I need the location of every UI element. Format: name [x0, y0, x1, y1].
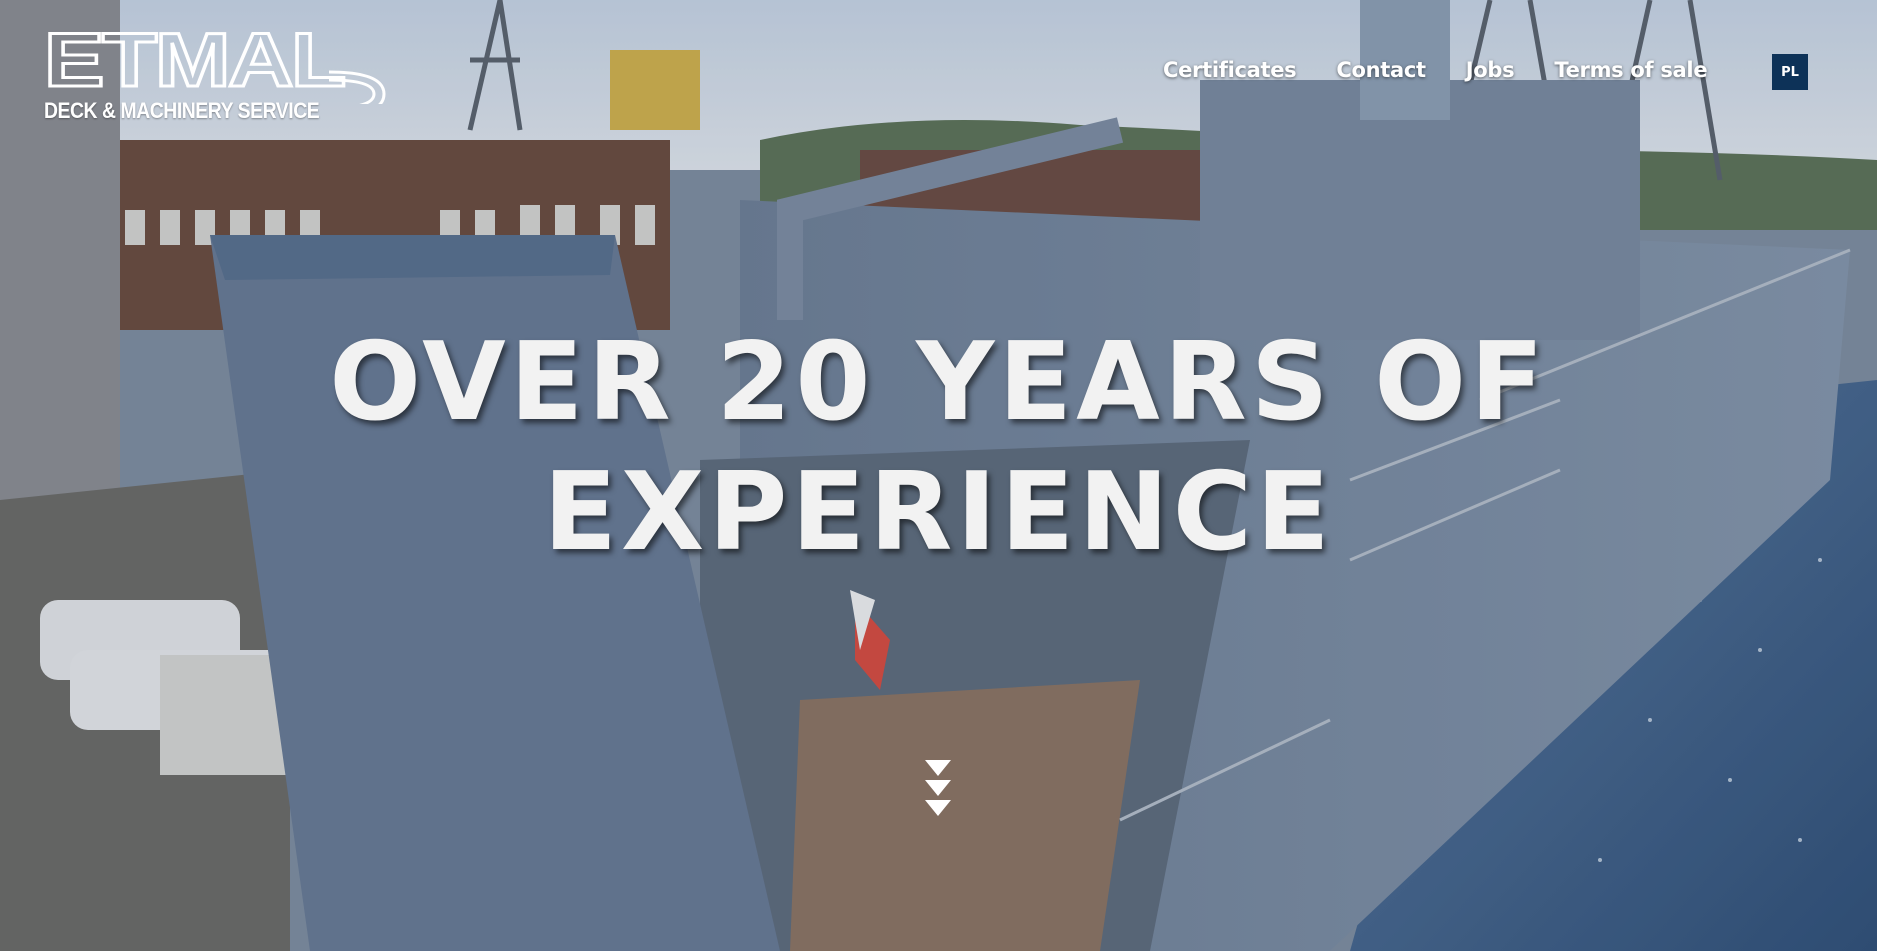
nav-item-contact[interactable]: Contact	[1336, 58, 1426, 82]
hero-headline-line-2: EXPERIENCE	[543, 450, 1334, 575]
nav-item-jobs[interactable]: Jobs	[1466, 58, 1515, 82]
hero-section: ETMAL DECK & MACHINERY SERVICE Certifica…	[0, 0, 1877, 951]
language-switch-button[interactable]: PL	[1772, 54, 1808, 90]
etmal-logo-mark: ETMAL	[44, 24, 386, 104]
hero-headline-line-1: OVER 20 YEARS OF	[329, 320, 1548, 445]
nav-item-certificates[interactable]: Certificates	[1163, 58, 1297, 82]
main-nav: Certificates Contact Jobs Terms of sale	[1163, 58, 1708, 82]
svg-text:ETMAL: ETMAL	[44, 24, 345, 103]
nav-item-terms-of-sale[interactable]: Terms of sale	[1554, 58, 1707, 82]
triple-chevron-down-icon[interactable]	[921, 758, 955, 820]
logo-tagline: DECK & MACHINERY SERVICE	[44, 98, 320, 123]
company-logo[interactable]: ETMAL DECK & MACHINERY SERVICE	[44, 24, 389, 128]
hero-headline: OVER 20 YEARS OF EXPERIENCE	[0, 318, 1877, 578]
